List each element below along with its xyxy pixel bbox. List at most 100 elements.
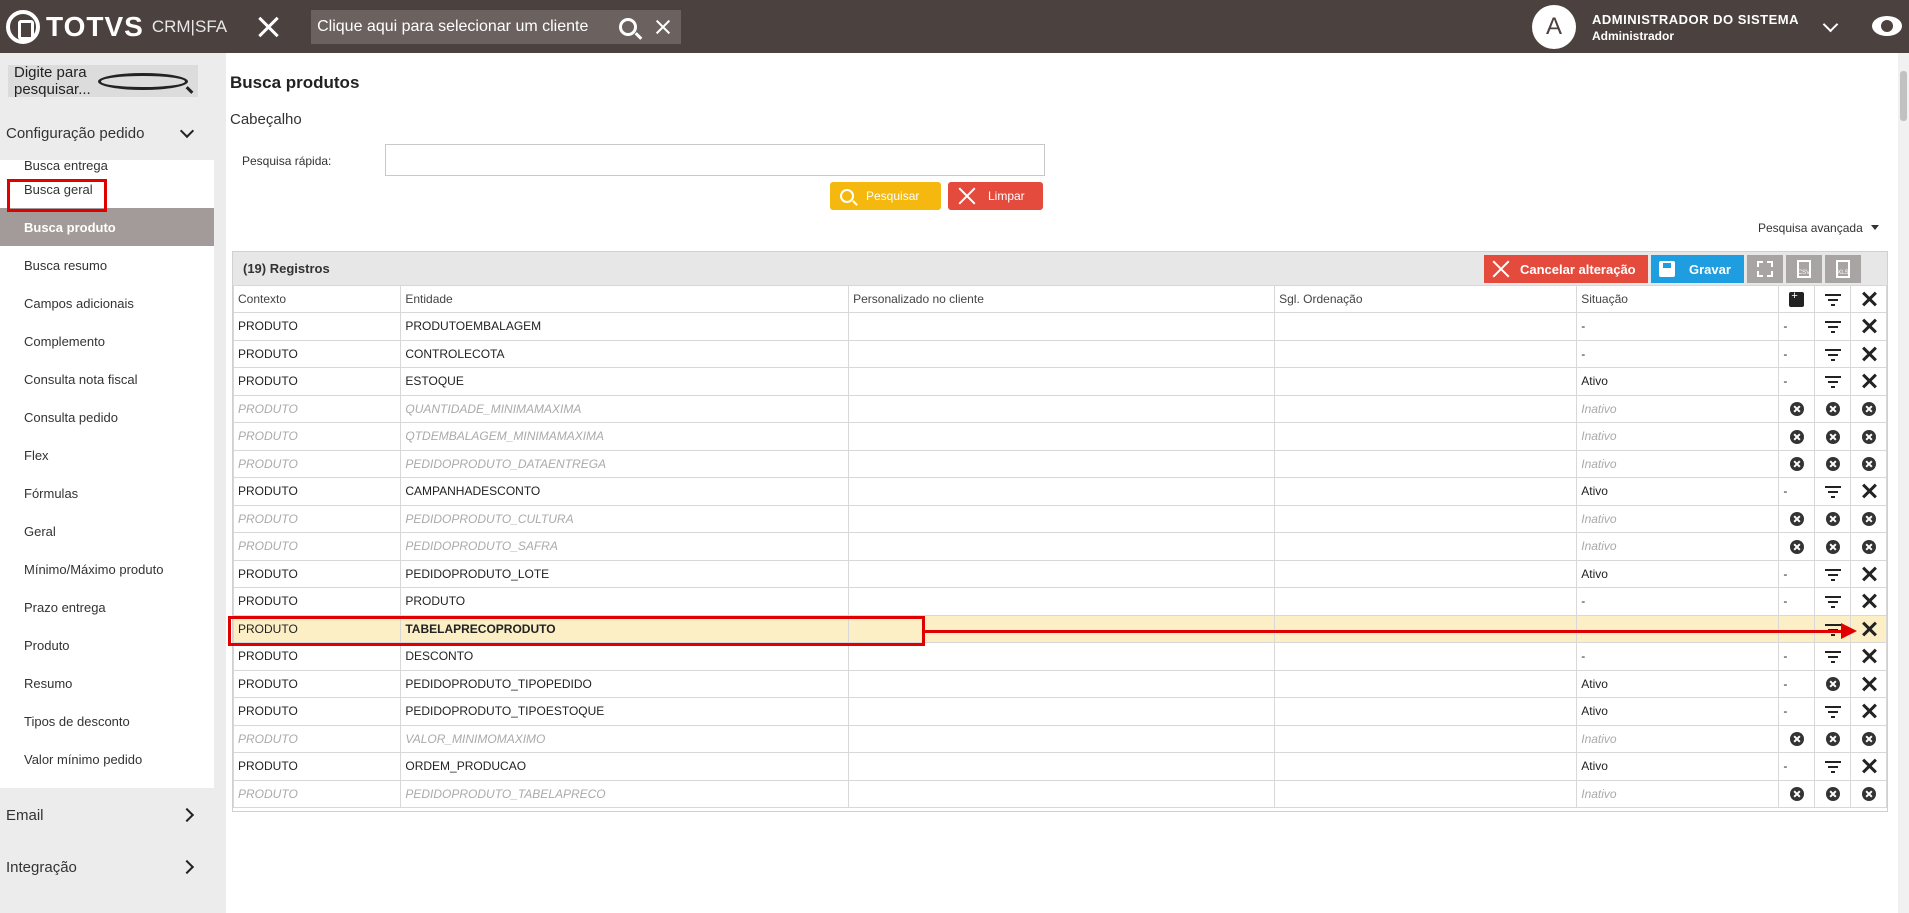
remove-icon[interactable] xyxy=(1861,512,1876,527)
cell-filter[interactable] xyxy=(1814,504,1852,533)
cell-tools[interactable] xyxy=(1850,449,1887,478)
remove-icon[interactable] xyxy=(1861,732,1876,747)
remove-icon[interactable] xyxy=(1825,732,1840,747)
cell-context[interactable]: PRODUTO xyxy=(232,752,402,781)
search-button[interactable]: Pesquisar xyxy=(830,182,941,210)
cell-status[interactable]: Ativo xyxy=(1576,477,1780,506)
cell-sort[interactable] xyxy=(1274,394,1578,423)
cell-entity[interactable]: PEDIDOPRODUTO_TABELAPRECO xyxy=(400,779,850,808)
cell-filter[interactable] xyxy=(1814,669,1852,698)
cell-entity[interactable]: PEDIDOPRODUTO_LOTE xyxy=(400,559,850,588)
cell-filter[interactable] xyxy=(1814,642,1852,671)
cell-tools[interactable] xyxy=(1850,422,1887,451)
cell-status[interactable]: - xyxy=(1576,339,1780,368)
avatar[interactable]: A xyxy=(1532,5,1576,49)
sidebar-item[interactable]: Tipos de desconto xyxy=(0,702,214,740)
cell-calc[interactable]: - xyxy=(1778,339,1816,368)
cell-filter[interactable] xyxy=(1814,312,1852,341)
cell-entity[interactable]: CONTROLECOTA xyxy=(400,339,850,368)
cell-custom[interactable] xyxy=(848,367,1276,396)
cell-tools[interactable] xyxy=(1850,504,1887,533)
table-row[interactable]: PRODUTO VALOR_MINIMOMAXIMO Inativo xyxy=(232,724,1887,753)
cell-sort[interactable] xyxy=(1274,724,1578,753)
cell-status[interactable] xyxy=(1576,614,1780,643)
cell-tools[interactable] xyxy=(1850,752,1887,781)
cell-custom[interactable] xyxy=(848,339,1276,368)
cell-filter[interactable] xyxy=(1814,532,1852,561)
sidebar-item[interactable]: Campos adicionais xyxy=(0,284,214,322)
remove-icon[interactable] xyxy=(1825,457,1840,472)
cell-calc[interactable] xyxy=(1778,532,1816,561)
cell-calc[interactable] xyxy=(1778,422,1816,451)
column-header-sort[interactable]: Sgl. Ordenação xyxy=(1274,285,1578,313)
table-row[interactable]: PRODUTO QTDEMBALAGEM_MINIMAMAXIMA Inativo xyxy=(232,422,1887,451)
cell-entity[interactable]: DESCONTO xyxy=(400,642,850,671)
tools-icon[interactable] xyxy=(1861,566,1877,582)
cell-custom[interactable] xyxy=(848,642,1276,671)
cell-filter[interactable] xyxy=(1814,477,1852,506)
cell-calc[interactable] xyxy=(1778,779,1816,808)
filter-icon[interactable] xyxy=(1824,321,1841,334)
cell-context[interactable]: PRODUTO xyxy=(232,339,402,368)
column-header-tools[interactable] xyxy=(1850,285,1887,313)
remove-icon[interactable] xyxy=(1825,677,1840,692)
sidebar-item[interactable]: Mínimo/Máximo produto xyxy=(0,550,214,588)
cell-filter[interactable] xyxy=(1814,559,1852,588)
sidebar-section-config[interactable]: Configuração pedido xyxy=(0,115,214,151)
cell-calc[interactable]: - xyxy=(1778,587,1816,616)
remove-icon[interactable] xyxy=(1789,457,1804,472)
filter-icon[interactable] xyxy=(1824,596,1841,609)
column-header-filter[interactable] xyxy=(1814,285,1852,313)
cell-status[interactable]: Inativo xyxy=(1576,422,1780,451)
column-header-custom[interactable]: Personalizado no cliente xyxy=(848,285,1276,313)
client-search-placeholder[interactable]: Clique aqui para selecionar um cliente xyxy=(317,18,619,36)
cell-tools[interactable] xyxy=(1850,587,1887,616)
sidebar-item[interactable]: Consulta pedido xyxy=(0,398,214,436)
table-row[interactable]: PRODUTO QUANTIDADE_MINIMAMAXIMA Inativo xyxy=(232,394,1887,423)
fullscreen-button[interactable] xyxy=(1747,255,1783,283)
tools-icon[interactable] xyxy=(1861,648,1877,664)
cell-calc[interactable]: - xyxy=(1778,477,1816,506)
filter-icon[interactable] xyxy=(1824,651,1841,664)
cell-tools[interactable] xyxy=(1850,532,1887,561)
cell-filter[interactable] xyxy=(1814,752,1852,781)
cell-sort[interactable] xyxy=(1274,477,1578,506)
cell-calc[interactable]: - xyxy=(1778,312,1816,341)
tools-icon[interactable] xyxy=(1861,593,1877,609)
cell-sort[interactable] xyxy=(1274,367,1578,396)
cell-tools[interactable] xyxy=(1850,669,1887,698)
table-row[interactable]: PRODUTO PEDIDOPRODUTO_DATAENTREGA Inativo xyxy=(232,449,1887,478)
remove-icon[interactable] xyxy=(1861,787,1876,802)
cell-context[interactable]: PRODUTO xyxy=(232,504,402,533)
cell-tools[interactable] xyxy=(1850,339,1887,368)
cell-sort[interactable] xyxy=(1274,614,1578,643)
cell-filter[interactable] xyxy=(1814,779,1852,808)
cell-tools[interactable] xyxy=(1850,312,1887,341)
cell-calc[interactable]: - xyxy=(1778,752,1816,781)
totvs-logo[interactable]: TOTVS CRM|SFA xyxy=(6,9,227,44)
filter-icon[interactable] xyxy=(1824,761,1841,774)
cell-sort[interactable] xyxy=(1274,697,1578,726)
remove-icon[interactable] xyxy=(1825,539,1840,554)
cell-context[interactable]: PRODUTO xyxy=(232,532,402,561)
cell-status[interactable]: Ativo xyxy=(1576,669,1780,698)
export-csv-button[interactable]: CSV xyxy=(1786,255,1822,283)
cell-custom[interactable] xyxy=(848,669,1276,698)
table-row[interactable]: PRODUTO CONTROLECOTA - - xyxy=(232,339,1887,368)
cell-custom[interactable] xyxy=(848,779,1276,808)
export-xls-button[interactable]: XLS xyxy=(1825,255,1861,283)
sidebar-search-placeholder[interactable]: Digite para pesquisar... xyxy=(14,64,98,98)
cell-entity[interactable]: PRODUTOEMBALAGEM xyxy=(400,312,850,341)
cell-entity[interactable]: ORDEM_PRODUCAO xyxy=(400,752,850,781)
cell-entity[interactable]: PEDIDOPRODUTO_CULTURA xyxy=(400,504,850,533)
column-header-calc[interactable] xyxy=(1778,285,1816,313)
chevron-right-icon[interactable] xyxy=(179,859,195,875)
cell-entity[interactable]: PRODUTO xyxy=(400,587,850,616)
table-row[interactable]: PRODUTO PEDIDOPRODUTO_LOTE Ativo - xyxy=(232,559,1887,588)
sidebar-item[interactable]: Produto xyxy=(0,626,214,664)
tools-icon[interactable] xyxy=(1861,346,1877,362)
filter-icon[interactable] xyxy=(1824,376,1841,389)
cell-tools[interactable] xyxy=(1850,779,1887,808)
cell-sort[interactable] xyxy=(1274,312,1578,341)
chevron-down-icon[interactable] xyxy=(1822,16,1839,32)
